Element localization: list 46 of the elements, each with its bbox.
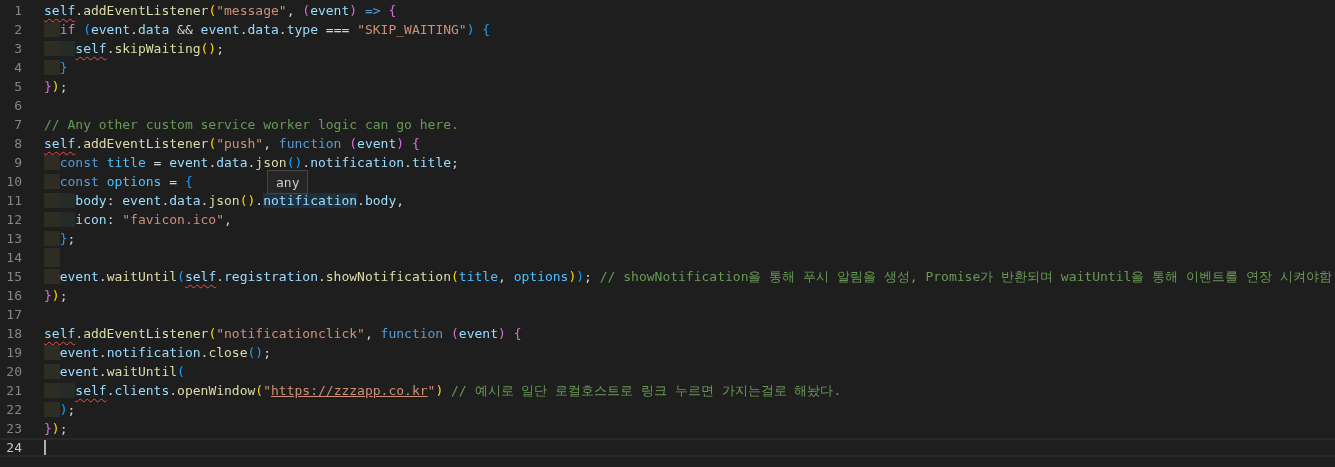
line-number: 13	[5, 230, 22, 248]
line-number: 24	[5, 439, 22, 457]
code-line: }	[44, 58, 68, 77]
code-line: });	[44, 78, 68, 96]
code-line: });	[44, 420, 68, 438]
code-line: self.addEventListener("push", function (event) {	[44, 135, 420, 153]
line-number: 9	[13, 154, 22, 172]
code-line: });	[44, 287, 68, 305]
code-line: );	[44, 400, 76, 419]
line-number: 16	[5, 287, 22, 305]
line-number: 14	[5, 249, 22, 267]
code-line: self.addEventListener("message", (event) => {	[44, 2, 397, 20]
line-number: 15	[5, 268, 22, 286]
code-line: self.addEventListener("notificationclick", function (event) {	[44, 325, 522, 343]
code-line: self.clients.openWindow("https://zzzapp.co.kr") // 예시로 일단 로컬호스트로 링크 누르면 가지는걸로 해놨다.	[44, 381, 842, 400]
code-line: event.waitUntil(	[44, 362, 185, 381]
line-number: 21	[5, 382, 22, 400]
line-number: 11	[5, 192, 22, 210]
line-number: 3	[13, 40, 22, 58]
code-line: if (event.data && event.data.type === "SKIP_WAITING") {	[44, 20, 491, 39]
code-line: // Any other custom service worker logic can go here.	[44, 116, 459, 134]
line-number: 8	[13, 135, 22, 153]
hover-tooltip: any	[267, 170, 309, 194]
line-number: 10	[5, 173, 22, 191]
line-number: 20	[5, 363, 22, 381]
line-number: 19	[5, 344, 22, 362]
line-number: 4	[13, 59, 22, 77]
code-line: body: event.data.json().notification.body,	[44, 191, 405, 210]
line-number: 22	[5, 401, 22, 419]
line-number: 5	[13, 78, 22, 96]
line-number: 7	[13, 116, 22, 134]
line-number: 2	[13, 21, 22, 39]
code-line: self.skipWaiting();	[44, 39, 225, 58]
code-line: event.waitUntil(self.registration.showNotification(title, options)); // showNotification을 통해 푸시 알림을 생성, Promise가 반환되며 waitUntil을 통해 이벤트를 연장 시켜야함	[44, 267, 1332, 286]
code-line: icon: "favicon.ico",	[44, 210, 232, 229]
line-number: 18	[5, 325, 22, 343]
line-number: 1	[13, 2, 22, 20]
line-number: 17	[5, 306, 22, 324]
code-line: };	[44, 229, 76, 248]
line-number: 23	[5, 420, 22, 438]
line-number: 6	[13, 97, 22, 115]
code-line: const options = {	[44, 172, 193, 191]
line-number: 12	[5, 211, 22, 229]
code-line: event.notification.close();	[44, 343, 271, 362]
text-cursor	[44, 440, 46, 455]
code-line: const title = event.data.json().notification.title;	[44, 153, 459, 172]
